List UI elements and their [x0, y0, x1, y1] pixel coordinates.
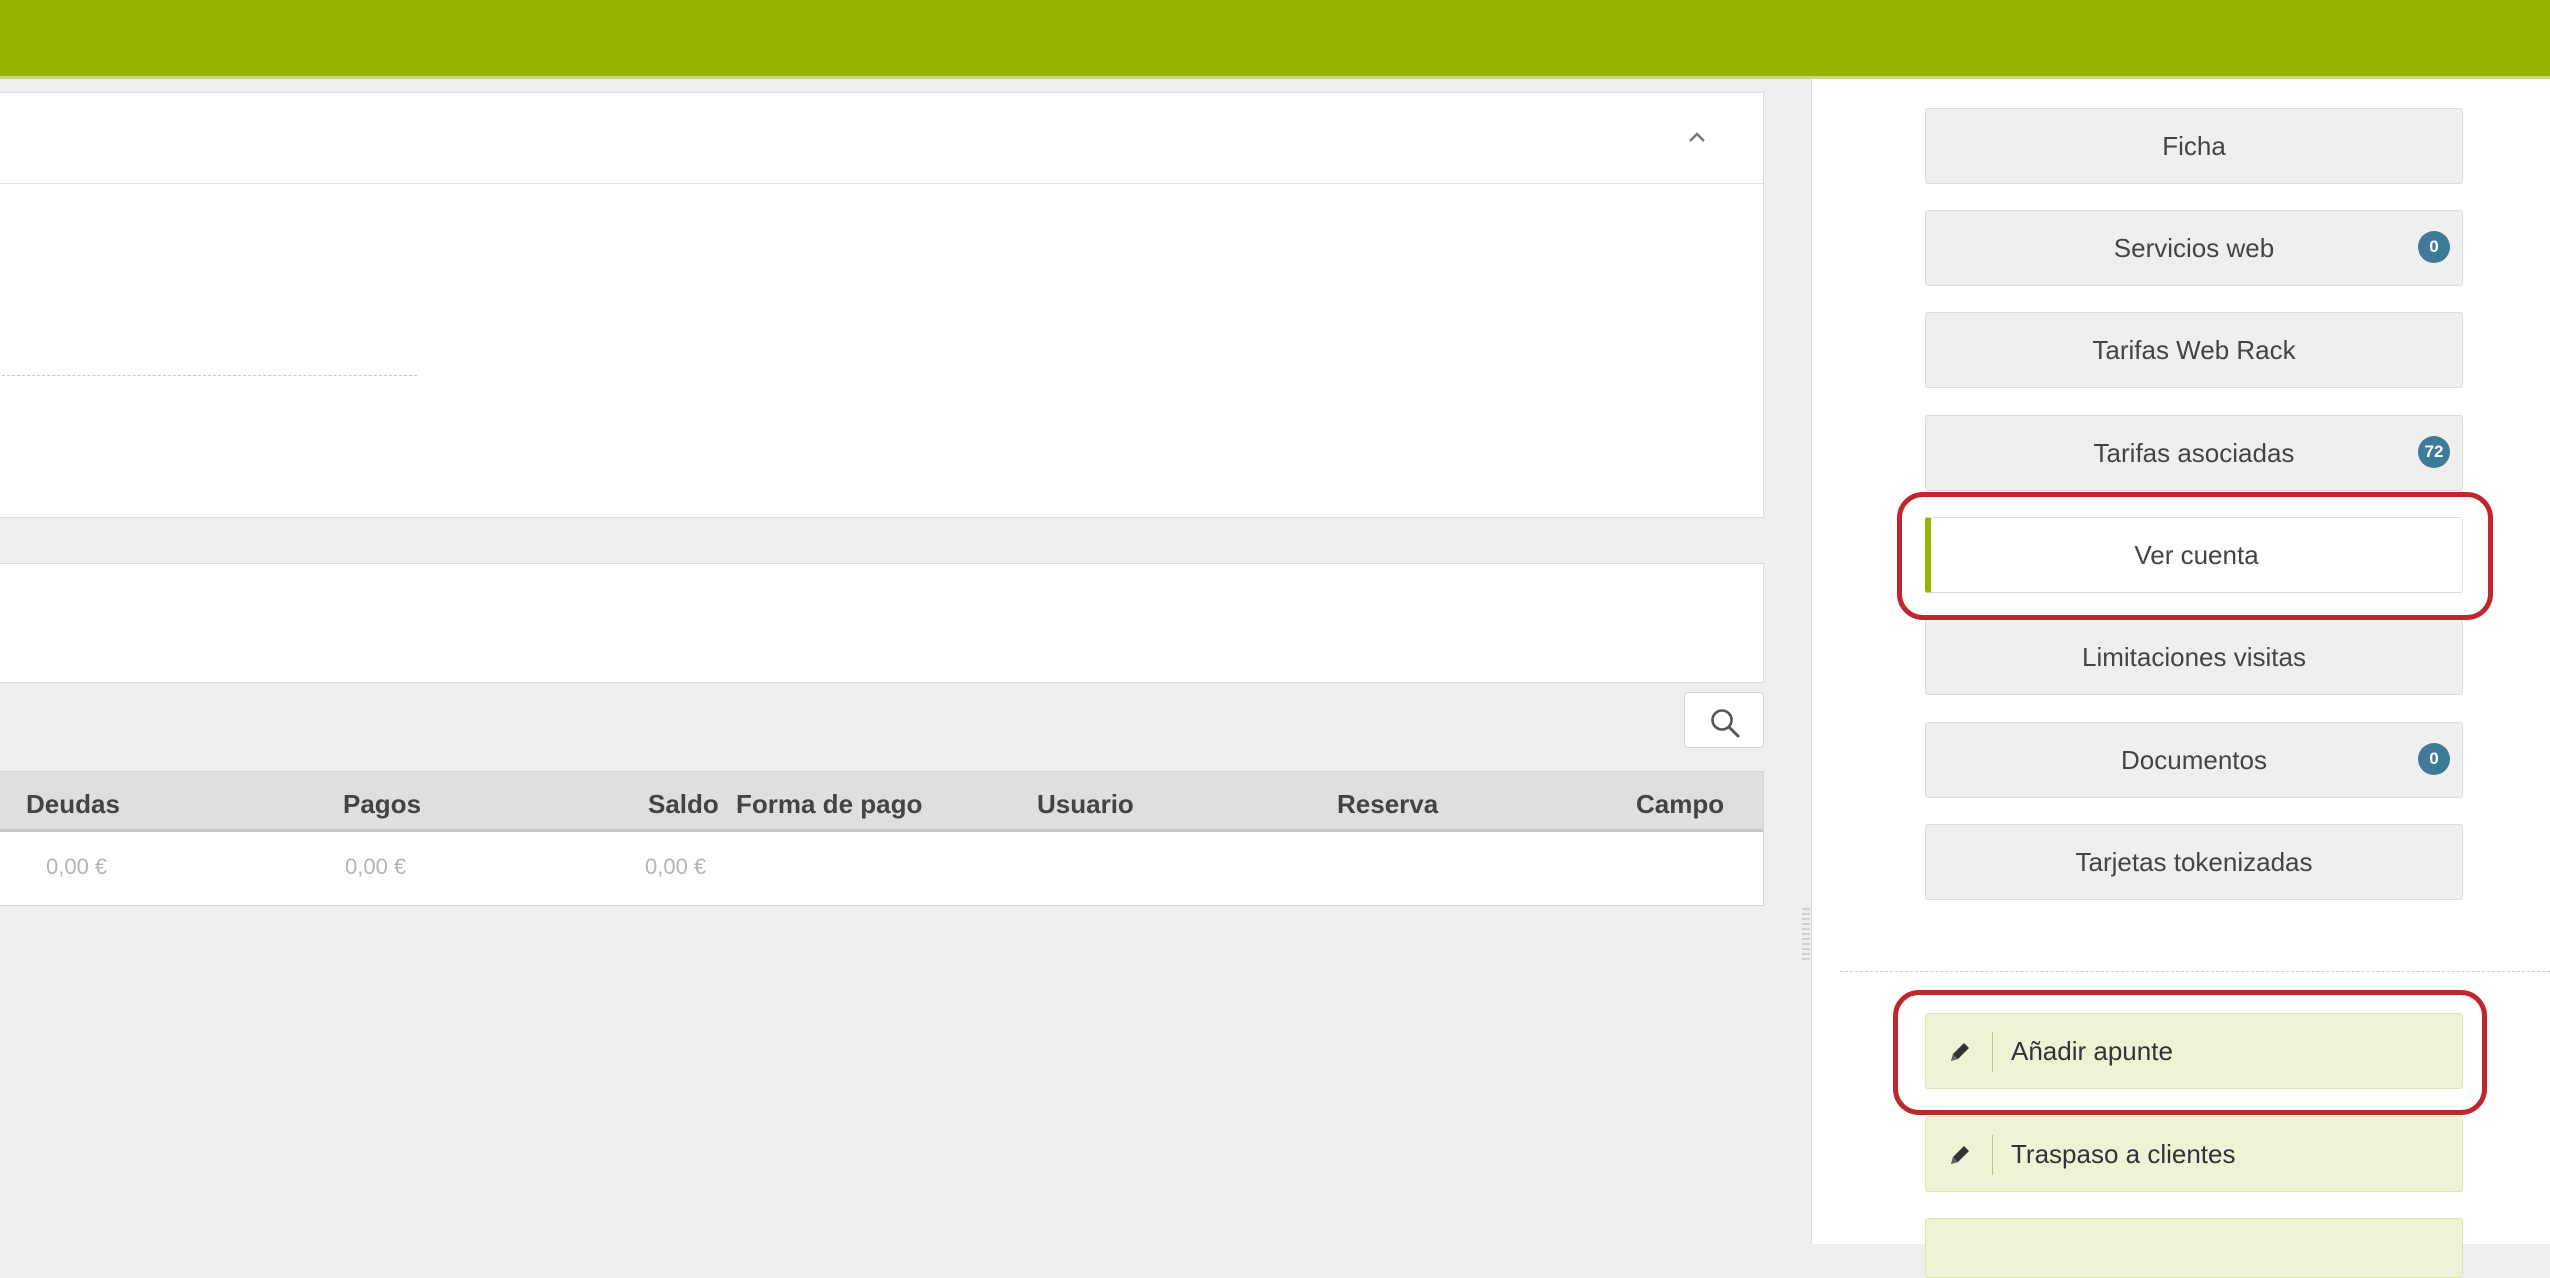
sidebar-item-ficha[interactable]: Ficha: [1925, 108, 2463, 184]
pencil-icon: [1951, 1043, 1969, 1061]
sidebar-item-label: Documentos: [2121, 745, 2267, 775]
column-header-pagos[interactable]: Pagos: [343, 789, 421, 820]
sidebar-item-label: Servicios web: [2113, 233, 2275, 263]
sidebar-item-documentos[interactable]: Documentos 0: [1925, 722, 2463, 798]
cell-saldo: 0,00 €: [645, 854, 707, 879]
more-action-button[interactable]: [1925, 1218, 2463, 1278]
pencil-icon: [1951, 1146, 1969, 1164]
column-header-forma-de-pago[interactable]: Forma de pago: [736, 789, 922, 820]
column-header-reserva[interactable]: Reserva: [1337, 789, 1438, 820]
column-header-campo[interactable]: Campo: [1636, 789, 1724, 820]
top-header-bar: [0, 0, 2550, 76]
action-label: Añadir apunte: [2011, 1036, 2173, 1066]
transfer-to-clients-button[interactable]: Traspaso a clientes: [1925, 1116, 2463, 1192]
cell-pagos: 0,00 €: [345, 854, 407, 879]
sidebar-item-label: Ver cuenta: [2134, 540, 2259, 570]
cell-deudas: 0,00 €: [46, 854, 108, 879]
count-badge: 0: [2418, 743, 2450, 775]
search-icon: [1711, 709, 1740, 738]
account-panel-header: [0, 93, 1763, 184]
chevron-up-icon[interactable]: [1683, 123, 1711, 151]
count-badge: 72: [2418, 436, 2450, 468]
icon-separator: [1992, 1032, 1993, 1072]
sidebar-item-label: Ficha: [2162, 131, 2226, 161]
dashed-separator: [0, 375, 417, 376]
table-header: Deudas Pagos Saldo Forma de pago Usuario…: [0, 772, 1763, 832]
panel-resize-handle[interactable]: [1802, 908, 1810, 962]
sidebar-item-tarifas-web-rack[interactable]: Tarifas Web Rack: [1925, 312, 2463, 388]
search-button[interactable]: [1684, 692, 1764, 748]
icon-separator: [1992, 1135, 1993, 1175]
add-entry-button[interactable]: Añadir apunte: [1925, 1013, 2463, 1089]
sidebar-item-limitaciones-visitas[interactable]: Limitaciones visitas: [1925, 619, 2463, 695]
filter-panel: [0, 563, 1764, 683]
sidebar-item-servicios-web[interactable]: Servicios web 0: [1925, 210, 2463, 286]
sidebar-item-ver-cuenta[interactable]: Ver cuenta: [1925, 517, 2463, 593]
sidebar-item-label: Tarifas Web Rack: [2092, 335, 2296, 365]
count-badge: 0: [2418, 231, 2450, 263]
sidebar-item-tarifas-asociadas[interactable]: Tarifas asociadas 72: [1925, 415, 2463, 491]
column-header-deudas[interactable]: Deudas: [26, 789, 120, 820]
account-movements-table: Deudas Pagos Saldo Forma de pago Usuario…: [0, 771, 1764, 906]
sidebar-item-label: Tarifas asociadas: [2093, 438, 2295, 468]
sidebar-item-tarjetas-tokenizadas[interactable]: Tarjetas tokenizadas: [1925, 824, 2463, 900]
sidebar-item-label: Tarjetas tokenizadas: [2075, 847, 2313, 877]
column-header-usuario[interactable]: Usuario: [1037, 789, 1134, 820]
column-header-saldo[interactable]: Saldo: [648, 789, 719, 820]
sidebar-item-label: Limitaciones visitas: [2082, 642, 2306, 672]
sidebar-divider: [1840, 971, 2550, 972]
action-label: Traspaso a clientes: [2011, 1139, 2236, 1169]
account-panel: [0, 92, 1764, 518]
